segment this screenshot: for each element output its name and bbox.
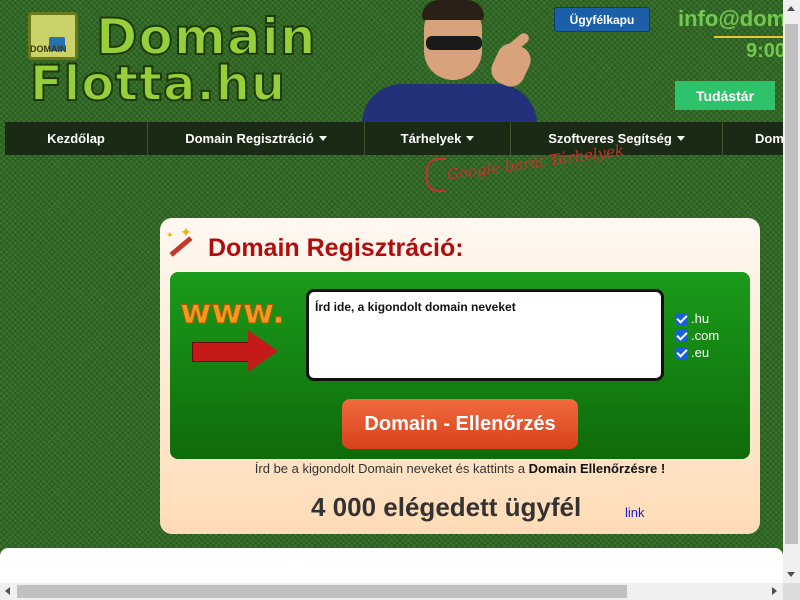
chevron-down-icon (676, 136, 685, 141)
page-viewport: DOMAIN Domain Flotta.hu Ügyfélkapu info@… (0, 0, 783, 583)
checkbox-checked-icon[interactable] (676, 346, 688, 359)
chevron-down-icon (466, 136, 475, 141)
nav-item-hosting[interactable]: Tárhelyek (365, 122, 511, 155)
domain-registration-title: Domain Regisztráció: (208, 234, 464, 262)
scroll-down-arrow-icon[interactable] (787, 572, 795, 577)
tld-checkbox-list: .hu .com .eu (676, 310, 719, 361)
mascot-person-image (362, 0, 542, 124)
nav-item-label: Kezdőlap (47, 131, 105, 146)
next-section-edge (0, 548, 783, 583)
email-underline (714, 36, 783, 38)
satisfied-customers-count: 4 000 elégedett ügyfél (311, 492, 582, 522)
arrow-right-icon (192, 330, 284, 372)
logo-badge: DOMAIN (30, 44, 67, 54)
logo-text-line2[interactable]: Flotta.hu (29, 55, 286, 113)
nav-item-domain-truncated[interactable]: Dom (723, 122, 783, 155)
checkbox-checked-icon[interactable] (676, 329, 688, 342)
tld-option-com[interactable]: .com (676, 327, 719, 344)
client-portal-button[interactable]: Ügyfélkapu (554, 7, 650, 32)
scrollbar-corner (783, 583, 800, 600)
nav-item-home[interactable]: Kezdőlap (5, 122, 148, 155)
domain-check-button[interactable]: Domain - Ellenőrzés (342, 399, 578, 449)
opening-hours: 9:00 (746, 40, 783, 62)
magic-wand-icon: ✦ ✦ (166, 224, 196, 258)
nav-item-label: Tárhelyek (400, 131, 462, 146)
scroll-up-arrow-icon[interactable] (787, 6, 795, 11)
nav-item-domain-registration[interactable]: Domain Regisztráció (148, 122, 365, 155)
tld-label: .hu (691, 311, 710, 326)
nav-item-label: Domain Regisztráció (185, 131, 314, 146)
tld-option-hu[interactable]: .hu (676, 310, 719, 327)
main-navigation: Kezdőlap Domain Regisztráció Tárhelyek S… (5, 122, 783, 155)
chevron-down-icon (318, 136, 327, 141)
help-text-prefix: Írd be a kigondolt Domain neveket és kat… (254, 461, 529, 476)
www-graphic: www. (180, 292, 286, 333)
contact-email[interactable]: info@dom (678, 6, 783, 32)
help-text-bold: Domain Ellenőrzésre ! (528, 461, 666, 476)
checkbox-checked-icon[interactable] (676, 312, 688, 325)
curved-arrow-icon (426, 158, 446, 192)
domain-names-input[interactable] (306, 289, 664, 381)
tld-label: .com (691, 328, 720, 343)
knowledge-base-button[interactable]: Tudástár (675, 81, 775, 110)
tld-option-eu[interactable]: .eu (676, 344, 719, 361)
customers-link[interactable]: link (625, 505, 645, 520)
nav-item-label: Dom (755, 131, 783, 146)
help-text: Írd be a kigondolt Domain neveket és kat… (160, 461, 760, 476)
scroll-right-arrow-icon[interactable] (772, 587, 777, 595)
vertical-scrollbar-thumb[interactable] (785, 24, 798, 544)
tld-label: .eu (691, 345, 710, 360)
horizontal-scrollbar-thumb[interactable] (17, 585, 627, 598)
scroll-left-arrow-icon[interactable] (5, 587, 10, 595)
